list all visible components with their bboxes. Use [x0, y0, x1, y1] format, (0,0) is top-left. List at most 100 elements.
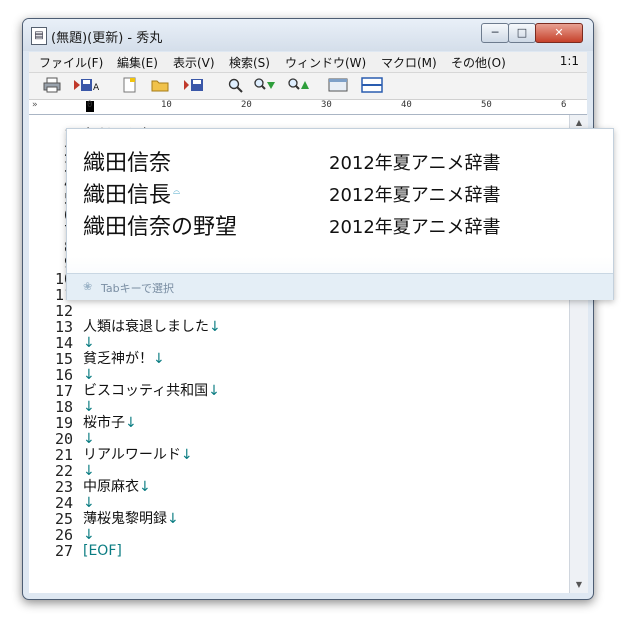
candidate-source: 2012年夏アニメ辞書 [329, 185, 501, 206]
candidate-mark-icon: ⌓ [173, 186, 181, 197]
line-number: 16 [54, 366, 73, 384]
line-number: 20 [54, 430, 73, 448]
toolbar: A [29, 73, 587, 100]
newline-mark: ↓ [83, 367, 95, 383]
search-up-icon[interactable] [287, 77, 311, 93]
candidate-text: 織田信長 [83, 183, 172, 208]
minimize-button[interactable]: ─ [481, 23, 509, 43]
line-text: 人類は衰退しました [83, 319, 209, 335]
svg-text:A: A [93, 83, 99, 93]
text-line[interactable]: 薄桜鬼黎明録↓ [83, 511, 179, 527]
search-icon[interactable] [227, 77, 245, 93]
line-number: 26 [54, 526, 73, 544]
newline-mark: ↓ [167, 511, 179, 527]
line-number: 24 [54, 494, 73, 512]
ruler-label: 6 [561, 100, 567, 110]
text-line[interactable]: [EOF] [83, 543, 122, 559]
menu-view[interactable]: 表示(V) [173, 54, 215, 71]
candidate-word[interactable]: 織田信奈 [83, 145, 171, 177]
text-line[interactable]: ↓ [83, 463, 95, 479]
candidate-source: 2012年夏アニメ辞書 [329, 153, 501, 174]
candidate-source: 2012年夏アニメ辞書 [329, 217, 501, 238]
menu-edit[interactable]: 編集(E) [117, 54, 158, 71]
print-icon[interactable] [43, 77, 61, 93]
menu-macro[interactable]: マクロ(M) [381, 54, 437, 71]
new-file-icon[interactable] [121, 77, 139, 93]
split-icon[interactable] [361, 77, 383, 93]
ruler-label: 10 [161, 100, 172, 110]
candidate-word[interactable]: 織田信長 ⌓ [83, 177, 180, 209]
text-line[interactable]: ↓ [83, 367, 95, 383]
candidate-text: 織田信奈 [83, 151, 172, 176]
newline-mark: ↓ [83, 527, 95, 543]
newline-mark: ↓ [83, 463, 95, 479]
line-number: 18 [54, 398, 73, 416]
menu-search[interactable]: 検索(S) [229, 54, 270, 71]
ruler-label: 20 [241, 100, 252, 110]
save-as-icon[interactable]: A [73, 77, 99, 93]
line-text: 桜市子 [83, 415, 125, 431]
ime-candidate-popup: 織田信奈 2012年夏アニメ辞書 織田信長 ⌓ 2012年夏アニメ辞書 織田信奈の… [66, 128, 614, 300]
title-bar[interactable]: ▤ (無題)(更新) - 秀丸 ─ □ ✕ [23, 19, 593, 51]
editor-window: ▤ (無題)(更新) - 秀丸 ─ □ ✕ ファイル(F) 編集(E) 表示(V… [22, 18, 594, 600]
close-button[interactable]: ✕ [535, 23, 583, 43]
line-text: 貧乏神が！ [83, 351, 153, 367]
text-line[interactable]: ビスコッティ共和国↓ [83, 383, 220, 399]
candidate-word[interactable]: 織田信奈の野望 [83, 209, 237, 241]
candidate-text: 織田信奈の野望 [83, 215, 238, 240]
newline-mark: ↓ [83, 431, 95, 447]
open-folder-icon[interactable] [151, 77, 169, 93]
text-line[interactable]: 中原麻衣↓ [83, 479, 151, 495]
text-line[interactable]: 人類は衰退しました↓ [83, 319, 221, 335]
text-line[interactable]: ↓ [83, 527, 95, 543]
newline-mark: ↓ [208, 383, 220, 399]
newline-mark: ↓ [180, 447, 193, 463]
menu-bar: ファイル(F) 編集(E) 表示(V) 検索(S) ウィンドウ(W) マクロ(M… [29, 52, 587, 73]
document-icon[interactable]: ▤ [31, 27, 47, 45]
line-number: 17 [54, 382, 73, 400]
ruler: » 0 10 20 30 40 50 6 [29, 100, 587, 115]
ime-footer: ❀ Tabキーで選択 [67, 273, 613, 300]
menu-window[interactable]: ウィンドウ(W) [285, 54, 366, 71]
menu-file[interactable]: ファイル(F) [39, 54, 103, 71]
text-line[interactable]: 貧乏神が！↓ [83, 351, 165, 367]
newline-mark: ↓ [83, 335, 95, 351]
text-line[interactable]: リアルワールド↓ [83, 447, 193, 463]
window-title: (無題)(更新) - 秀丸 [51, 31, 163, 46]
text-line[interactable]: ↓ [83, 399, 95, 415]
line-text: ビスコッティ共和国 [83, 383, 209, 399]
line-number: 13 [54, 318, 73, 336]
maximize-button[interactable]: □ [508, 23, 536, 43]
newline-mark: ↓ [83, 495, 95, 511]
line-text: 薄桜鬼黎明録 [83, 511, 167, 527]
line-number: 19 [54, 414, 73, 432]
newline-mark: ↓ [83, 399, 95, 415]
line-number: 21 [54, 446, 73, 464]
line-number: 12 [54, 302, 73, 320]
line-number: 27 [54, 542, 73, 560]
text-line[interactable]: ↓ [83, 495, 95, 511]
ruler-label: 0 [87, 100, 93, 110]
search-down-icon[interactable] [253, 77, 277, 93]
line-number: 15 [54, 350, 73, 368]
scroll-down-arrow-icon[interactable]: ▼ [570, 577, 588, 593]
line-text: リアルワールド [83, 447, 181, 463]
save-icon[interactable] [183, 77, 205, 93]
line-number: 25 [54, 510, 73, 528]
ruler-label: 40 [401, 100, 412, 110]
newline-mark: ↓ [209, 319, 221, 335]
text-line[interactable]: ↓ [83, 431, 95, 447]
newline-mark: ↓ [139, 479, 151, 495]
line-number: 14 [54, 334, 73, 352]
line-number: 22 [54, 462, 73, 480]
text-line[interactable]: ↓ [83, 335, 95, 351]
ime-hint: Tabキーで選択 [101, 282, 174, 295]
window-icon[interactable] [327, 77, 349, 93]
menu-other[interactable]: その他(O) [451, 54, 506, 71]
newline-mark: ↓ [125, 415, 137, 431]
ruler-label: 50 [481, 100, 492, 110]
line-text: 中原麻衣 [83, 479, 139, 495]
line-number: 23 [54, 478, 73, 496]
paw-icon: ❀ [83, 280, 93, 293]
text-line[interactable]: 桜市子↓ [83, 415, 137, 431]
